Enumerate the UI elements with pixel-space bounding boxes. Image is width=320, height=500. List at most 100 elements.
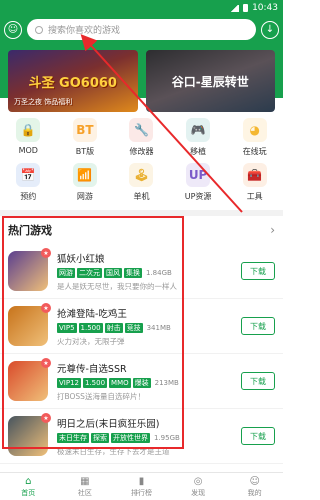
lock-icon: 🔒 [16, 118, 41, 142]
game-name: 狐妖小红娘 [57, 253, 105, 265]
home-icon: ⌂ [25, 475, 32, 487]
game-name: 抢滩登陆-吃鸡王 [57, 308, 127, 320]
status-bar: 10:43 [0, 0, 283, 16]
category-label: 单机 [133, 192, 150, 201]
up-icon: UP [186, 163, 211, 187]
banner-2[interactable]: 谷口-星辰转世 [145, 50, 275, 112]
game-icon: ★ [8, 358, 51, 401]
user-avatar-icon[interactable]: ☺ [4, 20, 22, 39]
game-size: 213MB [154, 378, 179, 387]
game-tag: 探索 [91, 432, 109, 443]
category-label: 预约 [20, 192, 37, 201]
game-row[interactable]: ★ 明日之后(末日疯狂乐园) 末日生存 探索 开放性世界 1.95GB 极速末日生存，生存下… [0, 409, 283, 464]
category-2[interactable]: 🔧 修改器 [113, 118, 170, 157]
game-tag: 1.500 [82, 377, 108, 388]
game-icon: ★ [8, 248, 51, 291]
category-5[interactable]: 📅 预约 [0, 163, 57, 202]
community-icon: ▦ [80, 475, 90, 487]
game-icon: ★ [8, 303, 51, 346]
calendar-icon: 📅 [16, 163, 41, 187]
category-1[interactable]: BT BT版 [57, 118, 114, 157]
discover-icon: ◎ [193, 475, 203, 487]
hot-badge-icon: ★ [41, 413, 51, 423]
nav-item-4[interactable]: ☺ 我的 [226, 473, 283, 500]
hot-badge-icon: ★ [41, 358, 51, 368]
banner-1-subtitle: 万圣之夜 饰品福利 [14, 98, 73, 106]
category-label: 修改器 [129, 147, 154, 156]
nav-item-2[interactable]: ▮ 排行榜 [113, 473, 170, 500]
nav-item-3[interactable]: ◎ 发现 [170, 473, 227, 500]
download-button[interactable]: 下载 [241, 427, 275, 445]
banner-1[interactable]: 斗圣 GO6060 万圣之夜 饰品福利 [8, 50, 138, 112]
category-0[interactable]: 🔒 MOD [0, 118, 57, 157]
category-label: 移植 [190, 147, 207, 156]
game-tag: 竞技 [124, 322, 143, 333]
ranking-icon: ▮ [138, 475, 145, 487]
joystick-icon: 🕹 [129, 163, 154, 187]
game-tag: VIP5 [57, 322, 77, 333]
pacman-icon: ◕ [242, 118, 267, 142]
nav-label: 我的 [247, 488, 262, 497]
search-icon [35, 25, 43, 34]
hot-games-header[interactable]: 热门游戏 › [0, 216, 283, 244]
category-label: MOD [18, 146, 38, 155]
category-7[interactable]: 🕹 单机 [113, 163, 170, 202]
category-label: BT版 [75, 147, 95, 156]
nav-item-0[interactable]: ⌂ 首页 [0, 473, 57, 500]
banner-1-title: 斗圣 GO6060 [28, 75, 117, 91]
game-description: 火力对决，无限子弹 [57, 336, 125, 346]
game-size: 341MB [146, 323, 171, 332]
nav-label: 社区 [77, 488, 92, 497]
hot-badge-icon: ★ [41, 248, 51, 258]
status-time: 10:43 [252, 3, 278, 13]
nav-item-1[interactable]: ▦ 社区 [57, 473, 114, 500]
download-button[interactable]: 下载 [241, 372, 275, 390]
game-tags: VIP12 1.500 MMO 爆装 213MB [57, 377, 232, 388]
game-tag: 末日生存 [57, 432, 89, 443]
signal-icon [230, 4, 240, 12]
category-4[interactable]: ◕ 在线玩 [226, 118, 283, 157]
game-tag: 网游 [57, 267, 75, 278]
toolbox-icon: 🧰 [242, 163, 267, 187]
bottom-navigation: ⌂ 首页 ▦ 社区 ▮ 排行榜 ◎ 发现 ☺ 我的 [0, 472, 283, 500]
chevron-right-icon[interactable]: › [270, 223, 275, 237]
game-info: 抢滩登陆-吃鸡王 VIP5 1.500 射击 竞技 341MB 火力对决，无限子弹 [57, 306, 232, 347]
category-grid: 🔒 MOD BT BT版 🔧 修改器 🎮 移植 ◕ 在线玩 📅 预约 📶 网游 🕹 单机 UP UP资源 🧰 工具 [0, 118, 283, 202]
game-tag: 二次元 [77, 267, 102, 278]
game-tags: 网游 二次元 国风 集换 1.84GB [57, 267, 232, 278]
game-name: 明日之后(末日疯狂乐园) [57, 418, 160, 430]
category-6[interactable]: 📶 网游 [57, 163, 114, 202]
bt-icon: BT [72, 118, 97, 142]
banner-2-title: 谷口-星辰转世 [171, 74, 249, 89]
game-tag: 开放性世界 [111, 432, 150, 443]
gamepad-icon: 🎮 [186, 118, 211, 142]
game-tag: 集换 [124, 267, 142, 278]
download-manager-icon[interactable]: ↓ [261, 20, 279, 39]
game-row[interactable]: ★ 狐妖小红娘 网游 二次元 国风 集换 1.84GB 是人是妖无尽世，我只要你的一样人 下载 [0, 244, 283, 299]
game-tag: 爆装 [132, 377, 151, 388]
game-description: 打BOSS送海量自选碎片！ [57, 391, 145, 401]
game-list: ★ 狐妖小红娘 网游 二次元 国风 集换 1.84GB 是人是妖无尽世，我只要你的一样人 下载 ★… [0, 244, 283, 464]
game-info: 狐妖小红娘 网游 二次元 国风 集换 1.84GB 是人是妖无尽世，我只要你的一样人 [57, 251, 232, 292]
category-8[interactable]: UP UP资源 [170, 163, 227, 202]
search-placeholder: 搜索你喜欢的游戏 [48, 26, 121, 36]
hot-badge-icon: ★ [41, 303, 51, 313]
search-input[interactable]: 搜索你喜欢的游戏 [27, 19, 256, 40]
category-9[interactable]: 🧰 工具 [226, 163, 283, 202]
download-button[interactable]: 下载 [241, 317, 275, 335]
user-icon: ☺ [249, 475, 260, 487]
game-tag: VIP12 [57, 377, 81, 388]
game-row[interactable]: ★ 抢滩登陆-吃鸡王 VIP5 1.500 射击 竞技 341MB 火力对决，无限子弹 下载 [0, 299, 283, 354]
download-button[interactable]: 下载 [241, 262, 275, 280]
game-tag: 射击 [104, 322, 123, 333]
signal-icon: 📶 [72, 163, 97, 187]
game-row[interactable]: ★ 元尊传-自选SSR VIP12 1.500 MMO 爆装 213MB 打BOSS送海量自选… [0, 354, 283, 409]
game-tag: 1.500 [78, 322, 103, 333]
hot-games-title: 热门游戏 [8, 224, 52, 237]
category-3[interactable]: 🎮 移植 [170, 118, 227, 157]
game-tag: MMO [109, 377, 131, 388]
game-tags: VIP5 1.500 射击 竞技 341MB [57, 322, 232, 333]
nav-label: 排行榜 [130, 488, 152, 497]
category-label: UP资源 [184, 192, 212, 201]
game-info: 明日之后(末日疯狂乐园) 末日生存 探索 开放性世界 1.95GB 极速末日生存，生存下去… [57, 416, 232, 457]
